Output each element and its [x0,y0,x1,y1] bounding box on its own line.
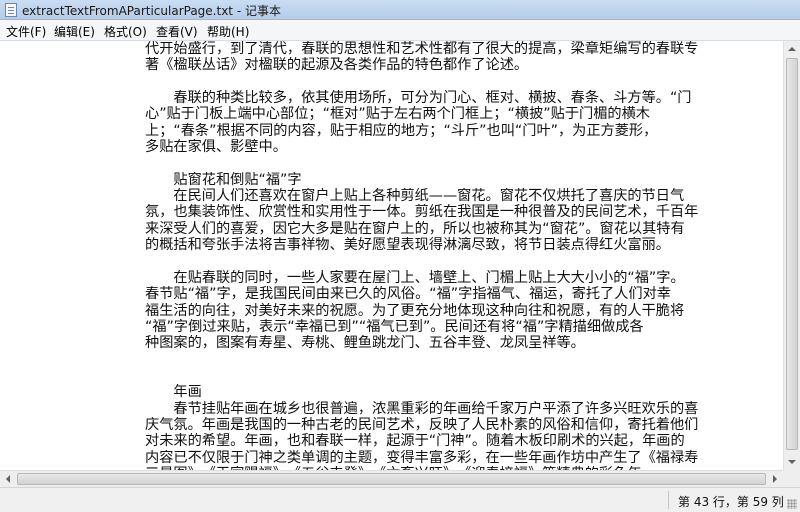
text-line: 春联的种类比较多，依其使用场所，可分为门心、框对、横披、春条、斗方等。“门 [145,90,692,107]
text-line: 春节贴“福”字，是我国民间由来已久的风俗。“福”字指福气、福运，寄托了人们对幸 [145,286,671,303]
menu-view[interactable]: 查看(V) [156,23,198,40]
scroll-corner [783,470,800,487]
text-line: 庆气氛。年画是我国的一种古老的民间艺术，反映了人民朴素的风俗和信仰，寄托着他们 [145,416,699,433]
horizontal-scroll-thumb[interactable] [17,473,766,485]
scroll-up-icon[interactable] [788,47,796,51]
text-line: 代开始盛行，到了清代，春联的思想性和艺术性都有了很大的提高，梁章矩编写的春联专 [145,41,699,57]
text-line [145,368,775,384]
text-line: 贴窗花和倒贴“福”字 [145,171,302,188]
text-line: 在贴春联的同时，一些人家要在屋门上、墙壁上、门楣上贴上大大小小的“福”字。 [145,269,685,286]
text-line [145,74,775,90]
text-editor-area[interactable]: 代开始盛行，到了清代，春联的思想性和艺术性都有了很大的提高，梁章矩编写的春联专著… [0,41,783,470]
text-line: 上；“春条”根据不同的内容，贴于相应的地方；“斗斤”也叫“门叶”，为正方菱形， [145,122,658,139]
notepad-icon [5,3,17,17]
text-line: 来深受人们的喜爱，因它大多是贴在窗户上的，所以也被称其为“窗花”。窗花以其特有 [145,220,685,237]
horizontal-scrollbar[interactable] [0,470,783,487]
text-line: 内容已不仅限于门神之类单调的主题，变得丰富多彩，在一些年画作坊中产生了《福禄寿 [145,449,699,466]
text-line: 心”贴于门板上端中心部位；“框对”贴于左右两个门框上；“横披”贴于门楣的横木 [145,106,650,123]
scroll-right-icon[interactable] [773,475,777,483]
status-bar: 第 43 行，第 59 列 [0,487,800,512]
window-title: extractTextFromAParticularPage.txt - 记事本 [22,4,281,18]
scroll-left-icon[interactable] [6,475,10,483]
scroll-down-icon[interactable] [788,460,796,464]
menu-help[interactable]: 帮助(H) [207,23,249,40]
document-text[interactable]: 代开始盛行，到了清代，春联的思想性和艺术性都有了很大的提高，梁章矩编写的春联专著… [145,41,775,470]
text-line: 著《楹联丛话》对楹联的起源及各类作品的特色都作了论述。 [145,57,529,74]
menu-edit[interactable]: 编辑(E) [54,23,95,40]
text-line: 氛，也集装饰性、欣赏性和实用性于一体。剪纸在我国是一种很普及的民间艺术，千百年 [145,204,699,221]
text-line: 福生活的向往，对美好未来的祝愿。为了更充分地体现这种向往和祝愿，有的人干脆将 [145,302,685,319]
text-line: 种图案的，图案有寿星、寿桃、鲤鱼跳龙门、五谷丰登、龙凤呈祥等。 [145,335,585,352]
vertical-scroll-thumb[interactable] [786,58,798,450]
title-bar: extractTextFromAParticularPage.txt - 记事本 [0,0,800,20]
text-line: “福”字倒过来贴，表示“幸福已到”“福气已到”。民间还有将“福”字精描细做成各 [145,318,644,335]
text-line: 多贴在家俱、影壁中。 [145,139,287,156]
cursor-position: 第 43 行，第 59 列 [678,495,784,509]
text-line: 对未来的希望。年画，也和春联一样，起源于“门神”。随着木板印刷术的兴起，年画的 [145,433,685,450]
menu-format[interactable]: 格式(O) [104,23,147,40]
menu-file[interactable]: 文件(F) [6,23,46,40]
text-line [145,352,775,368]
text-line: 在民间人们还喜欢在窗户上贴上各种剪纸——窗花。窗花不仅烘托了喜庆的节日气 [145,188,685,205]
resize-grip-icon[interactable] [787,499,797,509]
text-line [145,155,775,171]
text-line: 年画 [145,384,202,401]
text-line: 春节挂贴年画在城乡也很普遍，浓黑重彩的年画给千家万户平添了许多兴旺欢乐的喜 [145,400,699,417]
menu-bar: 文件(F) 编辑(E) 格式(O) 查看(V) 帮助(H) [0,20,800,41]
status-divider [668,491,669,509]
vertical-scrollbar[interactable] [783,41,800,470]
text-line [145,253,775,269]
text-line: 的概括和夸张手法将吉事祥物、美好愿望表现得淋漓尽致，将节日装点得红火富丽。 [145,237,670,254]
